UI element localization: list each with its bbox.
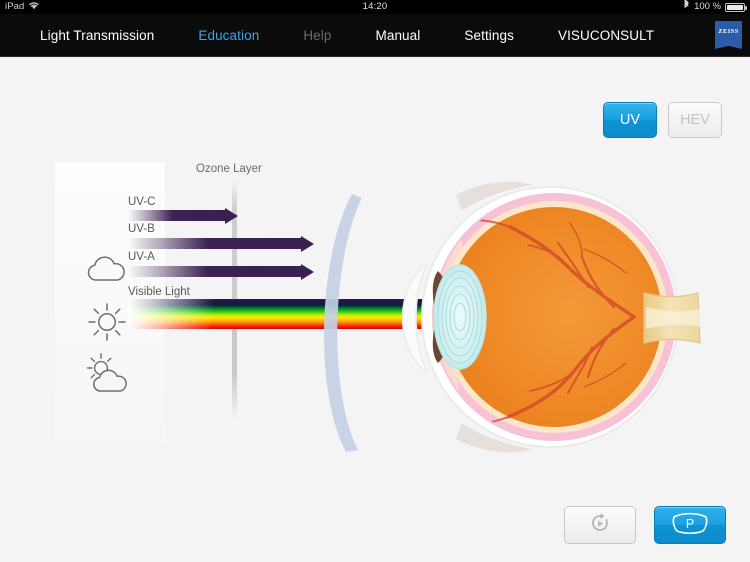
battery-full-icon: [725, 2, 747, 12]
human-eye-cross-section: [382, 167, 702, 467]
nav-item-light-transmission[interactable]: Light Transmission: [18, 28, 176, 43]
uv-c-label: UV-C: [128, 196, 156, 208]
nav-item-education[interactable]: Education: [176, 28, 281, 43]
nav-item-help[interactable]: Help: [281, 28, 353, 43]
spectrum-mode-toggle: UV HEV: [603, 102, 722, 138]
education-content-stage: UV HEV Ozone Layer UV-C UV-B UV-A Visibl…: [0, 57, 750, 562]
uv-a-ray: [128, 263, 314, 280]
status-bar-right: 100 %: [683, 0, 747, 15]
zeiss-logo-text: ZEISS: [718, 28, 739, 35]
status-bar-clock: 14:20: [362, 1, 388, 12]
hev-mode-button[interactable]: HEV: [668, 102, 722, 138]
ozone-layer-label: Ozone Layer: [196, 163, 262, 175]
zeiss-logo: ZEISS: [715, 21, 742, 49]
nav-item-settings[interactable]: Settings: [442, 28, 536, 43]
uv-a-label: UV-A: [128, 251, 155, 263]
cloud-icon: [85, 255, 129, 288]
replay-button[interactable]: [564, 506, 636, 544]
sun-icon: [87, 302, 127, 347]
bottom-action-bar: P: [564, 506, 726, 544]
ios-status-bar: iPad 14:20 100 %: [0, 0, 750, 14]
uv-b-label: UV-B: [128, 223, 155, 235]
ipad-app-window: iPad 14:20 100 % Light Transmission Educ…: [0, 0, 750, 562]
nav-item-manual[interactable]: Manual: [353, 28, 442, 43]
nav-item-list: Light Transmission Education Help Manual…: [18, 14, 676, 56]
lens-p-icon: P: [670, 511, 710, 540]
top-navigation-bar: Light Transmission Education Help Manual…: [0, 14, 750, 57]
visible-light-label: Visible Light: [128, 286, 190, 298]
bluetooth-icon: [683, 0, 690, 15]
spectacle-lens: [300, 192, 368, 454]
uv-b-ray: [128, 235, 314, 252]
uv-c-ray: [128, 207, 238, 224]
nav-item-visuconsult[interactable]: VISUCONSULT: [536, 28, 676, 43]
lens-p-button[interactable]: P: [654, 506, 726, 544]
replay-icon: [589, 512, 611, 539]
battery-percent-label: 100 %: [694, 1, 721, 12]
svg-text:P: P: [686, 517, 694, 531]
uv-mode-button[interactable]: UV: [603, 102, 657, 138]
sun-behind-cloud-icon: [82, 352, 138, 399]
